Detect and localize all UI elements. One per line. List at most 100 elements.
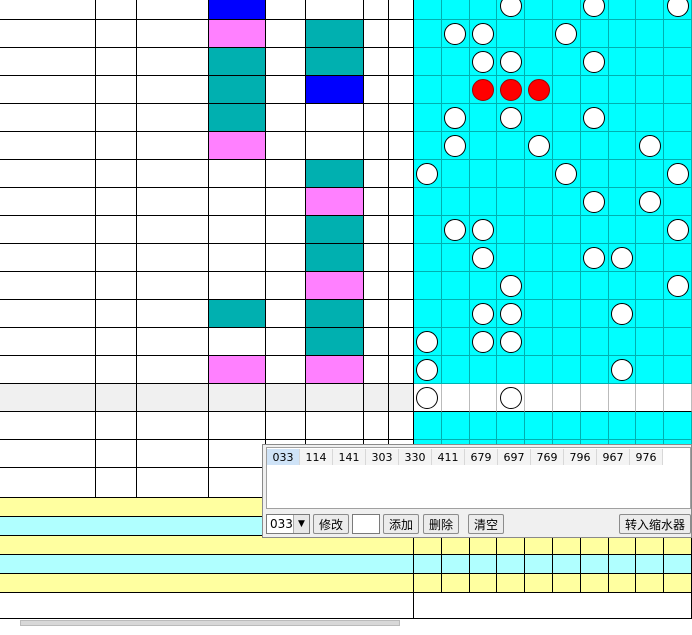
test-number <box>209 104 266 132</box>
number-list-item[interactable]: 114 <box>300 449 333 465</box>
add-button[interactable]: 添加 <box>383 514 419 534</box>
distribution-cell <box>469 48 498 76</box>
test-number <box>209 132 266 160</box>
distribution-cell <box>580 104 609 132</box>
distribution-cell <box>636 272 665 300</box>
distribution-cell <box>497 48 526 76</box>
distribution-cell <box>441 272 470 300</box>
distribution-cell <box>414 300 442 328</box>
number-list-item[interactable]: 303 <box>366 449 399 465</box>
distribution-cell <box>636 20 665 48</box>
draw-span <box>389 188 414 216</box>
distribution-cell <box>608 328 637 356</box>
distribution-cell <box>636 0 665 20</box>
number-select[interactable]: 033 ▼ <box>266 514 310 534</box>
number-list-item[interactable]: 411 <box>432 449 465 465</box>
number-list-item[interactable]: 976 <box>630 449 663 465</box>
number-list-item[interactable]: 033 <box>267 449 300 465</box>
distribution-cell <box>525 356 553 384</box>
weekday <box>96 104 137 132</box>
draw-number <box>306 132 364 160</box>
stat-value <box>525 574 553 593</box>
test-sum <box>266 160 306 188</box>
distribution-cell <box>497 20 526 48</box>
distribution-cell <box>414 356 442 384</box>
draw-sum <box>364 328 389 356</box>
period-number <box>137 356 209 384</box>
draw-sum <box>364 188 389 216</box>
drawn-digit-ball <box>444 218 467 241</box>
distribution-cell <box>580 160 609 188</box>
number-list-item[interactable]: 679 <box>465 449 498 465</box>
distribution-cell <box>664 300 692 328</box>
drawn-digit-ball <box>416 162 439 185</box>
distribution-cell <box>497 300 526 328</box>
stat-value <box>580 574 609 593</box>
number-list-item[interactable]: 967 <box>597 449 630 465</box>
distribution-cell <box>580 216 609 244</box>
distribution-cell <box>664 216 692 244</box>
distribution-cell <box>580 20 609 48</box>
period-number <box>137 188 209 216</box>
number-list-item[interactable]: 330 <box>399 449 432 465</box>
number-list-item[interactable]: 697 <box>498 449 531 465</box>
blank-cell <box>0 440 96 468</box>
number-list[interactable]: 033 114 141 303 330 411 679 697 769 796 967 976 <box>266 447 691 509</box>
distribution-cell <box>414 244 442 272</box>
stat-value <box>525 536 553 555</box>
draw-date <box>0 76 96 104</box>
clear-button[interactable]: 清空 <box>468 514 504 534</box>
stat-value <box>414 574 442 593</box>
distribution-cell <box>441 0 470 20</box>
distribution-cell <box>414 48 442 76</box>
test-sum <box>266 20 306 48</box>
weekday <box>96 328 137 356</box>
distribution-cell <box>441 48 470 76</box>
distribution-cell <box>636 328 665 356</box>
drawn-digit-ball <box>610 358 633 381</box>
distribution-cell <box>441 244 470 272</box>
distribution-cell <box>608 132 637 160</box>
test-sum <box>266 48 306 76</box>
draw-number <box>306 188 364 216</box>
draw-date <box>0 328 96 356</box>
distribution-cell <box>636 104 665 132</box>
blank-cyan-cell <box>441 412 470 440</box>
drawn-digit-ball <box>499 78 522 101</box>
current-cell <box>553 384 581 412</box>
blank-cell <box>96 440 137 468</box>
drawn-digit-ball <box>416 358 439 381</box>
distribution-cell <box>525 0 553 20</box>
number-list-item[interactable]: 769 <box>531 449 564 465</box>
drawn-digit-ball <box>471 50 494 73</box>
stat-label <box>0 555 414 574</box>
distribution-cell <box>497 0 526 20</box>
draw-sum <box>364 0 389 20</box>
draw-date <box>0 0 96 20</box>
blank-cell <box>96 412 137 440</box>
horizontal-scrollbar[interactable] <box>20 620 400 626</box>
test-number <box>209 76 266 104</box>
stat-value <box>497 555 526 574</box>
drawn-digit-ball <box>499 302 522 325</box>
number-input[interactable] <box>352 514 380 534</box>
distribution-cell <box>553 272 581 300</box>
drawn-digit-ball <box>610 302 633 325</box>
current-sum <box>364 384 389 412</box>
period-number <box>137 272 209 300</box>
draw-number <box>306 48 364 76</box>
shrink-button[interactable]: 转入缩水器 <box>619 514 691 534</box>
distribution-cell <box>414 188 442 216</box>
distribution-cell <box>525 328 553 356</box>
modify-button[interactable]: 修改 <box>313 514 349 534</box>
blank-cell <box>266 412 306 440</box>
number-list-item[interactable]: 796 <box>564 449 597 465</box>
distribution-cell <box>580 272 609 300</box>
dropdown-arrow-icon[interactable]: ▼ <box>293 515 309 533</box>
number-list-item[interactable]: 141 <box>333 449 366 465</box>
stat-value <box>469 536 498 555</box>
draw-span <box>389 76 414 104</box>
delete-button[interactable]: 删除 <box>423 514 459 534</box>
weekday <box>96 272 137 300</box>
stat-value <box>553 574 581 593</box>
